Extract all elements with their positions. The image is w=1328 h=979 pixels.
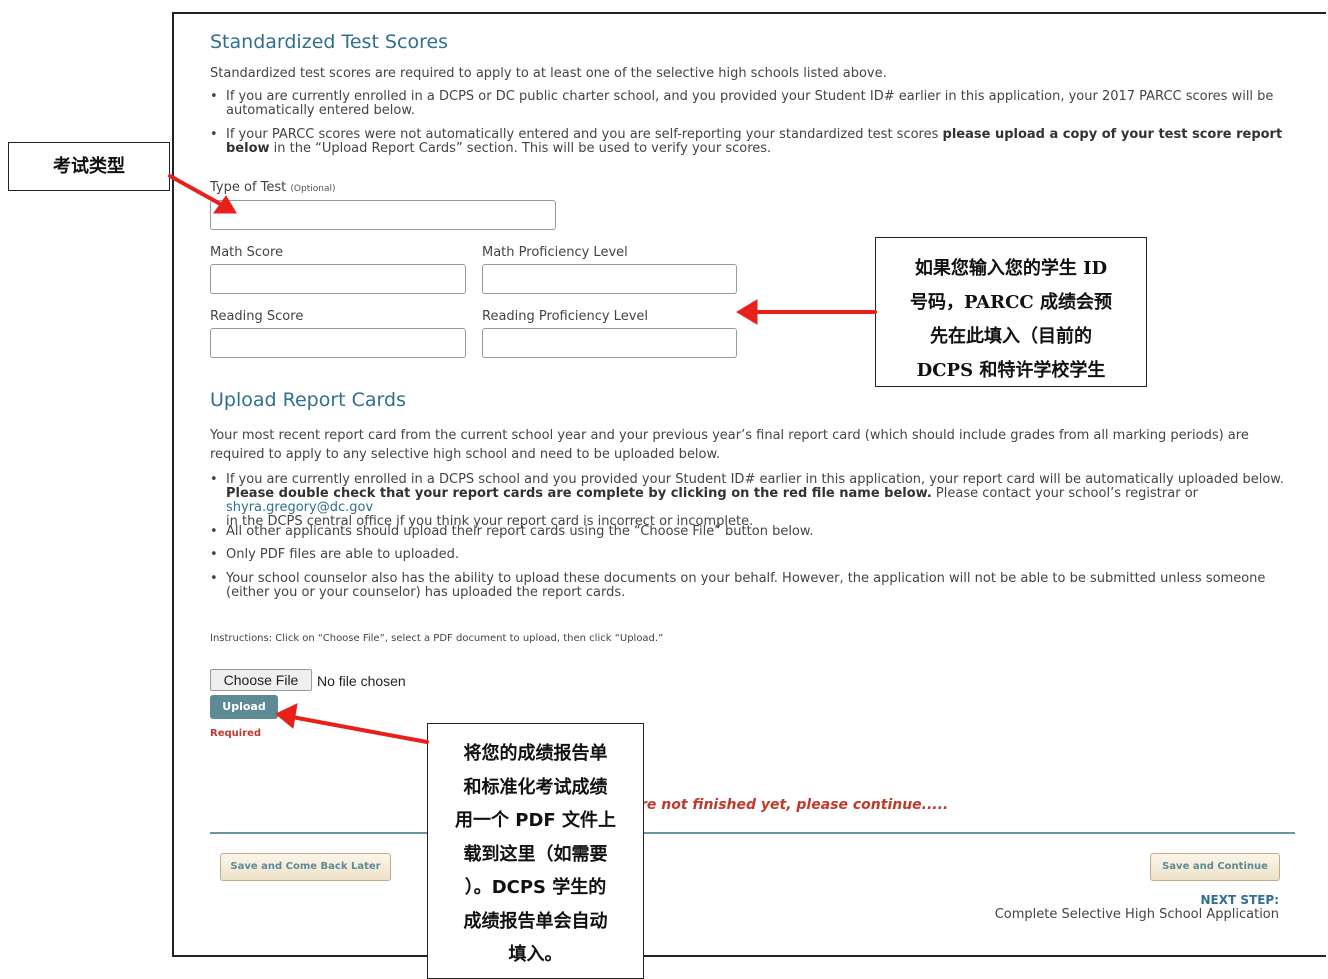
reading-proficiency-label: Reading Proficiency Level [482, 309, 648, 324]
next-step-label: NEXT STEP: [1200, 893, 1279, 907]
test-scores-intro: Standardized test scores are required to… [210, 66, 887, 81]
type-of-test-input[interactable] [210, 200, 556, 230]
not-finished-message: re not finished yet, please continue....… [640, 797, 949, 813]
section-title-test-scores: Standardized Test Scores [210, 31, 449, 53]
type-of-test-label: Type of Test (Optional) [210, 180, 336, 195]
annotation-student-id: 如果您输入您的学生 ID 号码，PARCC 成绩会预 先在此填入（目前的 DCP… [875, 237, 1147, 387]
reading-score-input[interactable] [210, 328, 466, 358]
save-and-come-back-later-button[interactable]: Save and Come Back Later [220, 853, 391, 881]
annotation-upload-note: 将您的成绩报告单 和标准化考试成绩 用一个 PDF 文件上 载到这里（如需要 ）… [427, 723, 644, 979]
required-indicator: Required [210, 728, 262, 739]
math-proficiency-label: Math Proficiency Level [482, 245, 628, 260]
upload-button[interactable]: Upload [210, 695, 278, 719]
choose-file-button[interactable]: Choose File [210, 669, 312, 691]
math-score-label: Math Score [210, 245, 284, 260]
save-and-continue-button[interactable]: Save and Continue [1150, 853, 1280, 881]
reading-score-label: Reading Score [210, 309, 304, 324]
section-title-upload: Upload Report Cards [210, 389, 406, 411]
file-status: No file chosen [317, 673, 406, 689]
registrar-email-link[interactable]: shyra.gregory@dc.gov [226, 500, 373, 515]
upload-instructions: Instructions: Click on “Choose File”, se… [210, 633, 664, 644]
math-proficiency-input[interactable] [482, 264, 737, 294]
upload-intro: Your most recent report card from the cu… [210, 428, 1249, 462]
annotation-test-type: 考试类型 [8, 142, 170, 191]
reading-proficiency-input[interactable] [482, 328, 737, 358]
math-score-input[interactable] [210, 264, 466, 294]
next-step-text: Complete Selective High School Applicati… [994, 907, 1279, 922]
divider [210, 832, 1295, 834]
